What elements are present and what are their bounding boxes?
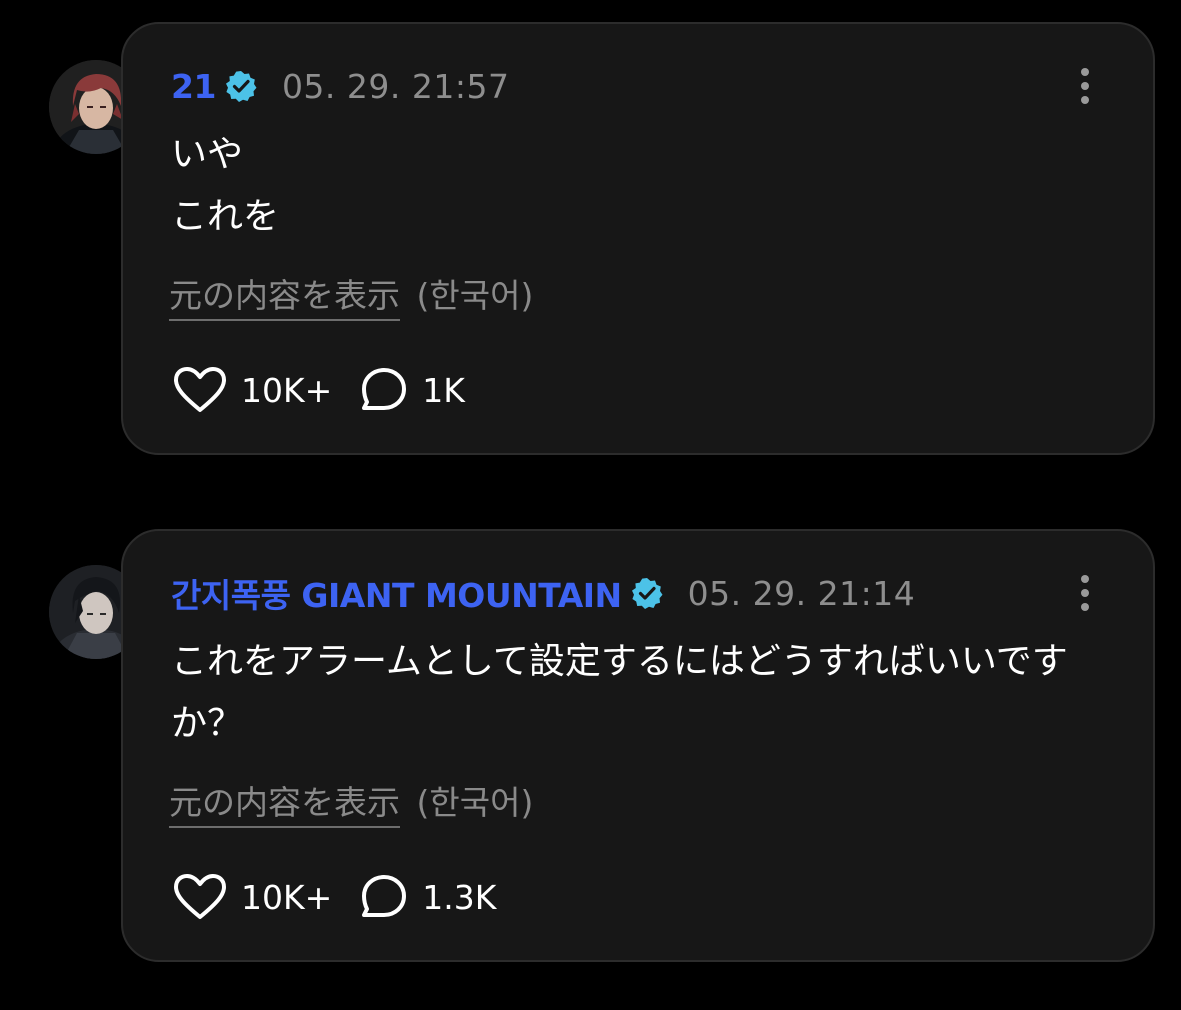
show-original-link[interactable]: 元の内容を表示 <box>169 783 400 828</box>
comment-post: 21 05. 29. 21:57 いや これを 元の内容を表示 (한국어) 10… <box>0 0 1181 470</box>
verified-badge-icon <box>224 69 258 103</box>
heart-icon <box>174 367 226 412</box>
comment-card: 간지폭풍 GIANT MOUNTAIN 05. 29. 21:14 これをアラー… <box>121 529 1155 962</box>
original-language-label: (한국어) <box>416 783 534 822</box>
comment-header: 간지폭풍 GIANT MOUNTAIN 05. 29. 21:14 <box>171 569 915 617</box>
like-button[interactable]: 10K+ <box>173 873 332 921</box>
username[interactable]: 21 <box>171 67 216 106</box>
verified-badge-icon <box>630 576 664 610</box>
like-count: 10K+ <box>241 877 333 917</box>
comment-count: 1K <box>422 370 465 410</box>
translation-row: 元の内容を表示 (한국어) <box>169 776 534 828</box>
comment-text: これをアラームとして設定するにはどうすればいいですか？ <box>171 641 1068 744</box>
timestamp: 05. 29. 21:57 <box>281 66 510 106</box>
comment-post: 간지폭풍 GIANT MOUNTAIN 05. 29. 21:14 これをアラー… <box>0 505 1181 985</box>
comment-button[interactable]: 1K <box>360 366 465 414</box>
comment-feed: 21 05. 29. 21:57 いや これを 元の内容を表示 (한국어) 10… <box>0 0 1181 1010</box>
comment-bubble-icon <box>362 368 407 410</box>
comment-card: 21 05. 29. 21:57 いや これを 元の内容を表示 (한국어) 10… <box>121 22 1155 455</box>
like-count: 10K+ <box>241 370 333 410</box>
comment-actions: 10K+ 1K <box>173 366 465 414</box>
more-vertical-icon <box>1081 575 1089 611</box>
comment-bubble-icon <box>362 875 407 917</box>
comment-count: 1.3K <box>422 877 497 917</box>
comment-actions: 10K+ 1.3K <box>173 873 496 921</box>
timestamp: 05. 29. 21:14 <box>687 573 916 613</box>
comment-button[interactable]: 1.3K <box>360 873 496 921</box>
username[interactable]: 간지폭풍 GIANT MOUNTAIN <box>171 569 622 617</box>
comment-header: 21 05. 29. 21:57 <box>171 62 509 110</box>
more-options-button[interactable] <box>1073 64 1097 108</box>
original-language-label: (한국어) <box>416 276 534 315</box>
heart-icon <box>174 874 226 919</box>
show-original-link[interactable]: 元の内容を表示 <box>169 276 400 321</box>
translation-row: 元の内容を表示 (한국어) <box>169 269 534 321</box>
like-button[interactable]: 10K+ <box>173 366 332 414</box>
more-options-button[interactable] <box>1073 571 1097 615</box>
more-vertical-icon <box>1081 68 1089 104</box>
comment-text: いや これを <box>171 134 280 237</box>
